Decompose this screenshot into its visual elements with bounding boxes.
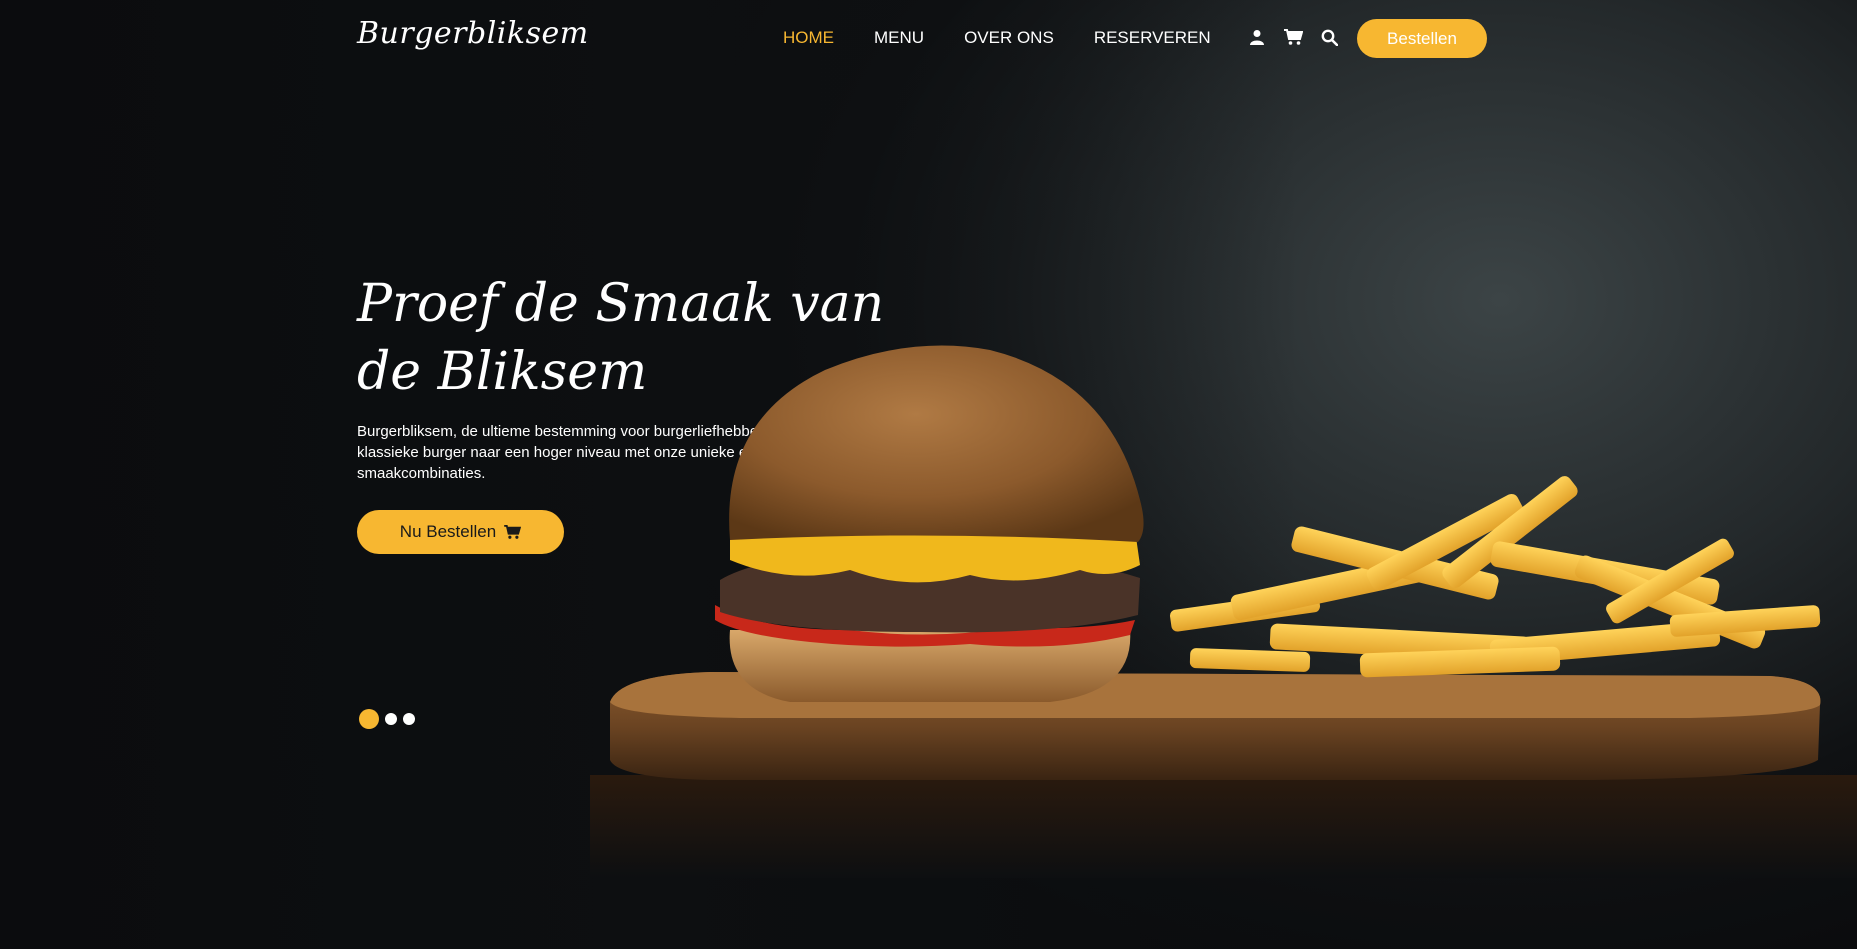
order-now-button[interactable]: Nu Bestellen (357, 510, 564, 554)
user-icon[interactable] (1247, 27, 1267, 47)
cart-icon (504, 525, 522, 539)
nav-item-over-ons[interactable]: OVER ONS (964, 28, 1054, 48)
slider-dot-2[interactable] (385, 713, 397, 725)
slider-dots (359, 709, 415, 729)
order-button[interactable]: Bestellen (1357, 19, 1487, 58)
slider-dot-3[interactable] (403, 713, 415, 725)
header-icons (1247, 27, 1339, 47)
nav-item-menu[interactable]: MENU (874, 28, 924, 48)
cart-icon[interactable] (1283, 27, 1303, 47)
nav-item-reserveren[interactable]: RESERVEREN (1094, 28, 1211, 48)
main-nav: HOME MENU OVER ONS RESERVEREN (783, 28, 1211, 48)
search-icon[interactable] (1319, 27, 1339, 47)
brand-logo[interactable]: Burgerbliksem (357, 16, 589, 51)
order-now-label: Nu Bestellen (399, 522, 497, 541)
hero-food-image (590, 345, 1857, 878)
nav-item-home[interactable]: HOME (783, 28, 834, 48)
slider-dot-1[interactable] (359, 709, 379, 729)
